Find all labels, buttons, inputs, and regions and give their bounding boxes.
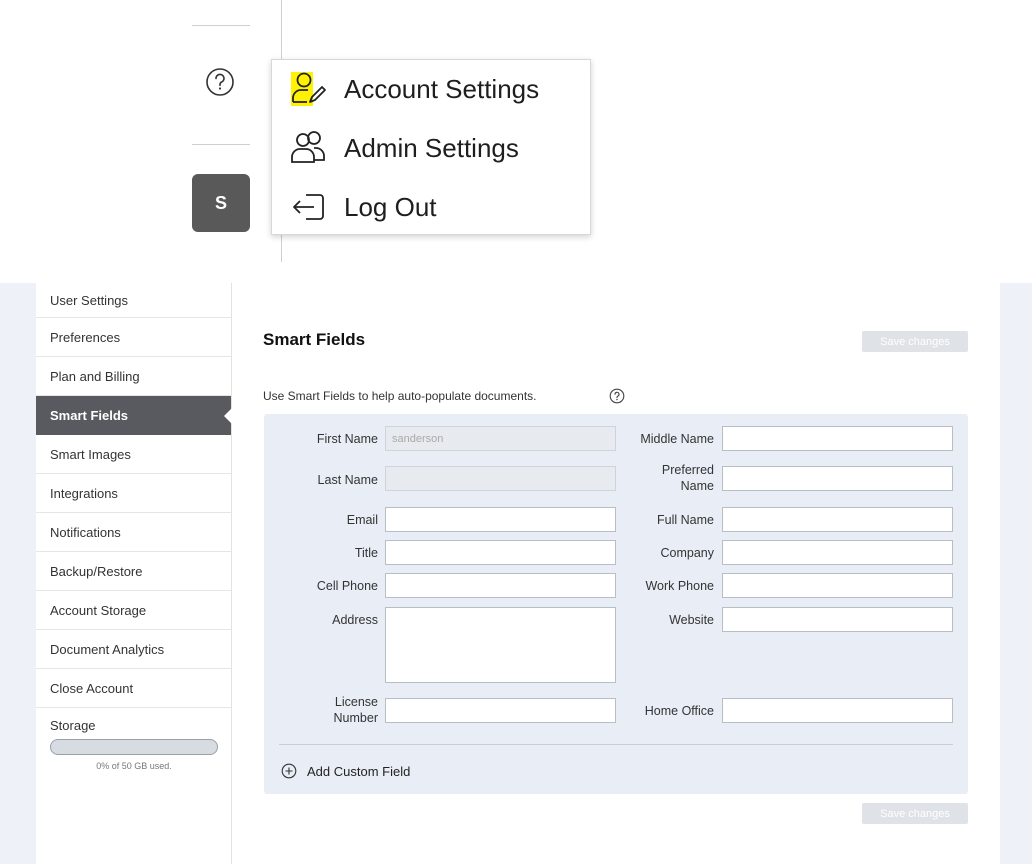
user-dropdown-menu: Account Settings Admin Settings Log Out [271,59,591,235]
preferred-name-label-line-2: Name [680,479,714,493]
settings-sidebar: User Settings Preferences Plan and Billi… [36,283,232,864]
add-custom-field-label: Add Custom Field [307,763,411,779]
address-textarea[interactable] [385,607,616,683]
page-title: Smart Fields [263,330,366,349]
plus-circle-icon [281,763,297,779]
preferred-name-input[interactable] [722,466,953,491]
last-name-label: Last Name [317,473,378,487]
preferred-name-label: Preferred Name [618,462,714,494]
sidebar-item-plan-and-billing[interactable]: Plan and Billing [36,357,231,396]
preferred-name-label-line-1: Preferred [661,463,714,477]
middle-name-input[interactable] [722,426,953,451]
license-number-label-line-2: Number [333,711,378,725]
address-label: Address [332,613,378,627]
avatar[interactable]: S [192,174,250,232]
cell-phone-input[interactable] [385,573,616,598]
home-office-label: Home Office [644,704,714,718]
menu-item-label: Admin Settings [344,132,519,163]
help-icon[interactable] [205,67,235,97]
website-input[interactable] [722,607,953,632]
menu-item-label: Log Out [344,191,437,222]
work-phone-label: Work Phone [645,579,714,593]
users-icon [290,128,330,168]
menu-item-account-settings[interactable]: Account Settings [290,66,580,112]
divider [192,25,250,26]
left-rail [0,283,36,864]
add-custom-field-button[interactable]: Add Custom Field [281,763,410,779]
menu-item-label: Account Settings [344,73,540,104]
menu-item-admin-settings[interactable]: Admin Settings [290,125,580,171]
first-name-input[interactable] [385,426,616,451]
full-name-input[interactable] [722,507,953,532]
storage-progress-bar [50,739,218,755]
sidebar-item-backup-restore[interactable]: Backup/Restore [36,552,231,591]
storage-section: Storage 0% of 50 GB used. [36,708,231,771]
sidebar-item-smart-images[interactable]: Smart Images [36,435,231,474]
sidebar-item-notifications[interactable]: Notifications [36,513,231,552]
avatar-initial: S [214,192,227,213]
save-changes-button-top[interactable]: Save changes [862,331,968,352]
right-rail [1000,283,1032,864]
storage-usage-text: 0% of 50 GB used. [96,761,172,771]
sidebar-item-account-storage[interactable]: Account Storage [36,591,231,630]
page-description: Use Smart Fields to help auto-populate d… [263,389,537,403]
sidebar-item-smart-fields[interactable]: Smart Fields [36,396,232,435]
logout-icon [290,187,330,227]
work-phone-input[interactable] [722,573,953,598]
first-name-label: First Name [316,432,378,446]
full-name-label: Full Name [657,513,714,527]
form-divider [279,744,953,745]
title-input[interactable] [385,540,616,565]
license-number-label-line-1: License [334,695,378,709]
middle-name-label: Middle Name [640,432,714,446]
email-label: Email [346,513,378,527]
email-input[interactable] [385,507,616,532]
user-edit-icon [290,69,330,109]
title-label: Title [354,546,378,560]
license-number-input[interactable] [385,698,616,723]
sidebar-item-preferences[interactable]: Preferences [36,318,231,357]
help-icon[interactable] [609,388,625,404]
cell-phone-label: Cell Phone [316,579,378,593]
sidebar-item-close-account[interactable]: Close Account [36,669,231,708]
home-office-input[interactable] [722,698,953,723]
sidebar-item-user-settings[interactable]: User Settings [36,283,231,318]
sidebar-item-document-analytics[interactable]: Document Analytics [36,630,231,669]
company-input[interactable] [722,540,953,565]
save-changes-button-bottom[interactable]: Save changes [862,803,968,824]
menu-item-log-out[interactable]: Log Out [290,184,580,230]
storage-label: Storage [50,718,96,733]
website-label: Website [669,613,714,627]
divider [192,144,250,145]
license-number-label: License Number [280,694,378,726]
sidebar-item-integrations[interactable]: Integrations [36,474,231,513]
company-label: Company [660,546,715,560]
last-name-input[interactable] [385,466,616,491]
